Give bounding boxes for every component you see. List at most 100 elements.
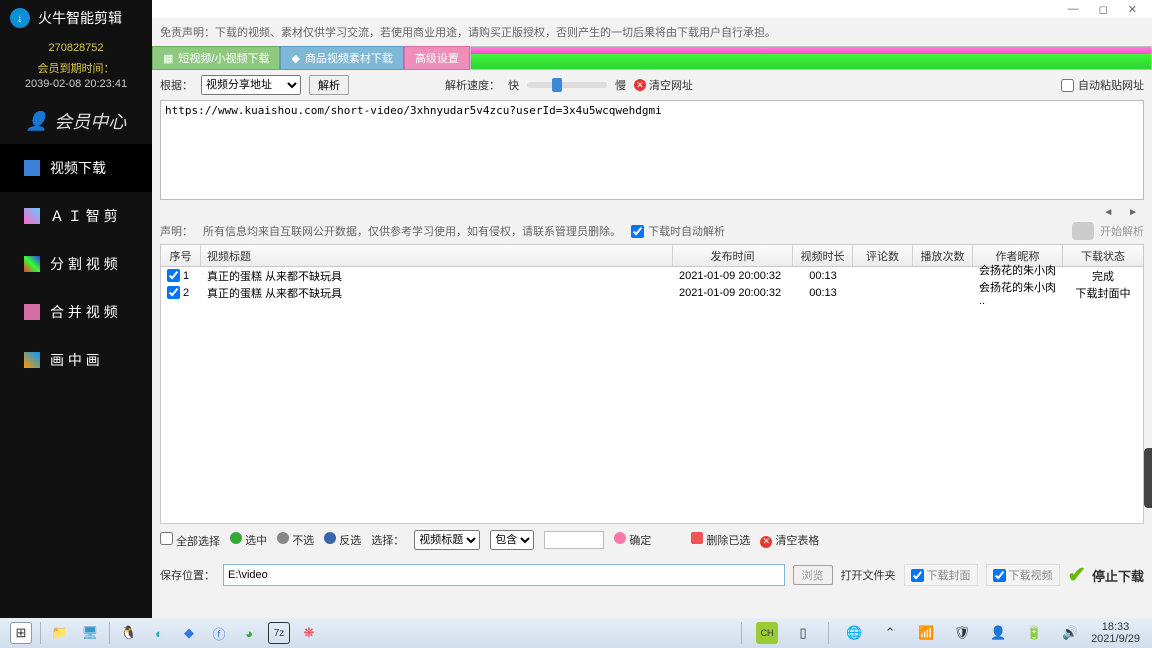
taskbar-app-icon[interactable]: ◐ bbox=[148, 622, 170, 644]
th-duration[interactable]: 视频时长 bbox=[793, 245, 853, 266]
deselect-button[interactable]: 不选 bbox=[277, 532, 314, 548]
clock[interactable]: 18:33 2021/9/29 bbox=[1091, 621, 1146, 645]
taskbar-app-icon[interactable]: 🖥 bbox=[79, 622, 101, 644]
filter-field-select[interactable]: 视频标题 bbox=[414, 530, 480, 550]
expire-label: 会员到期时间： bbox=[0, 60, 152, 76]
cell-status: 下载封面中 bbox=[1063, 285, 1143, 301]
auto-parse-checkbox[interactable]: 下载时自动解析 bbox=[631, 223, 725, 239]
cell-author: 会扬花的朱小肉 .. bbox=[973, 279, 1063, 307]
nav-label: Ａ Ｉ 智 剪 bbox=[50, 206, 118, 226]
sel-label: 选中 bbox=[245, 535, 267, 547]
taskbar-app-icon[interactable]: ❋ bbox=[298, 622, 320, 644]
cell-index: 2 bbox=[183, 287, 189, 299]
dl-video-label: 下载视频 bbox=[1009, 567, 1053, 583]
open-folder-button[interactable]: 打开文件夹 bbox=[841, 567, 896, 583]
selection-row: 全部选择 选中 不选 反选 选择： 视频标题 包含 确定 删除已选 ✕ 清空表格 bbox=[152, 524, 1152, 556]
tab-label: 商品视频素材下载 bbox=[305, 50, 393, 66]
nav-label: 合 并 视 频 bbox=[50, 302, 118, 322]
speed-slider[interactable] bbox=[527, 82, 607, 88]
row-checkbox[interactable] bbox=[167, 269, 180, 282]
th-plays[interactable]: 播放次数 bbox=[913, 245, 973, 266]
tab-label: 高级设置 bbox=[415, 50, 459, 66]
nav-pip[interactable]: 画 中 画 bbox=[0, 336, 152, 384]
start-button[interactable]: ⊞ bbox=[10, 622, 32, 644]
th-status[interactable]: 下载状态 bbox=[1063, 245, 1143, 266]
taskbar-app-icon[interactable]: 🐧 bbox=[118, 622, 140, 644]
auto-paste-checkbox[interactable]: 自动粘贴网址 bbox=[1061, 77, 1144, 93]
select-all-checkbox[interactable]: 全部选择 bbox=[160, 532, 220, 549]
save-path-input[interactable] bbox=[223, 564, 785, 586]
th-publish[interactable]: 发布时间 bbox=[673, 245, 793, 266]
tray-icon[interactable]: 👤 bbox=[987, 622, 1009, 644]
video-table: 序号 视频标题 发布时间 视频时长 评论数 播放次数 作者昵称 下载状态 1 真… bbox=[160, 244, 1144, 524]
auto-paste-label: 自动粘贴网址 bbox=[1078, 77, 1144, 93]
auto-paste-input[interactable] bbox=[1061, 79, 1074, 92]
nav-label: 分 割 视 频 bbox=[50, 254, 118, 274]
avatar-icon: 👤 bbox=[26, 111, 48, 132]
volume-icon[interactable]: 🔊 bbox=[1059, 622, 1081, 644]
auto-parse-input[interactable] bbox=[631, 225, 644, 238]
nav-merge-video[interactable]: 合 并 视 频 bbox=[0, 288, 152, 336]
speed-fast: 快 bbox=[508, 77, 519, 93]
battery-icon[interactable]: 🔋 bbox=[1023, 622, 1045, 644]
save-row: 保存位置： 浏览 打开文件夹 下载封面 下载视频 ✔ 停止下载 bbox=[152, 556, 1152, 594]
download-video-checkbox[interactable]: 下载视频 bbox=[986, 564, 1060, 586]
close-button[interactable]: ✕ bbox=[1128, 3, 1137, 16]
basis-select[interactable]: 视频分享地址 bbox=[201, 75, 301, 95]
download-cover-checkbox[interactable]: 下载封面 bbox=[904, 564, 978, 586]
side-handle[interactable] bbox=[1144, 448, 1152, 508]
nav-video-download[interactable]: 视频下载 bbox=[0, 144, 152, 192]
tray-icon[interactable]: 🌐 bbox=[843, 622, 865, 644]
start-parse-label: 开始解析 bbox=[1100, 223, 1144, 239]
taskbar-app-icon[interactable]: ◕ bbox=[238, 622, 260, 644]
app-name: 火牛智能剪辑 bbox=[38, 8, 122, 28]
cell-publish: 2021-01-09 20:00:32 bbox=[673, 270, 793, 282]
clear-label: 清空表格 bbox=[775, 535, 819, 547]
clear-url-button[interactable]: ✕ 清空网址 bbox=[634, 77, 693, 93]
nav-label: 视频下载 bbox=[50, 158, 106, 178]
nav-split-video[interactable]: 分 割 视 频 bbox=[0, 240, 152, 288]
start-parse-button[interactable]: 开始解析 bbox=[1072, 222, 1144, 240]
tab-product-video[interactable]: ◆ 商品视频素材下载 bbox=[280, 46, 403, 70]
th-index[interactable]: 序号 bbox=[161, 245, 201, 266]
tab-short-video[interactable]: ▦ 短视频/小视频下载 bbox=[152, 46, 280, 70]
table-row[interactable]: 2 真正的蛋糕 从来都不缺玩具 2021-01-09 20:00:32 00:1… bbox=[161, 284, 1143, 301]
th-comments[interactable]: 评论数 bbox=[853, 245, 913, 266]
taskbar-app-icon[interactable]: 7z bbox=[268, 622, 290, 644]
member-center-link[interactable]: 👤 会员中心 bbox=[0, 98, 152, 144]
clear-table-button[interactable]: ✕ 清空表格 bbox=[760, 532, 819, 548]
row-checkbox[interactable] bbox=[167, 286, 180, 299]
slider-thumb[interactable] bbox=[552, 78, 562, 92]
delete-selected-button[interactable]: 删除已选 bbox=[691, 532, 750, 548]
filter-op-select[interactable]: 包含 bbox=[490, 530, 534, 550]
parse-button[interactable]: 解析 bbox=[309, 75, 349, 95]
minimize-button[interactable]: — bbox=[1068, 3, 1079, 15]
tray-icon[interactable]: ▯ bbox=[792, 622, 814, 644]
th-title[interactable]: 视频标题 bbox=[201, 245, 673, 266]
browse-button[interactable]: 浏览 bbox=[793, 565, 833, 585]
url-input[interactable]: https://www.kuaishou.com/short-video/3xh… bbox=[160, 100, 1144, 200]
close-icon: ✕ bbox=[760, 536, 772, 548]
select-all-label: 全部选择 bbox=[176, 536, 220, 548]
nav-ai-cut[interactable]: Ａ Ｉ 智 剪 bbox=[0, 192, 152, 240]
tray-icon[interactable]: CH bbox=[756, 622, 778, 644]
stop-download-button[interactable]: ✔ 停止下载 bbox=[1068, 562, 1144, 588]
unsel-label: 不选 bbox=[292, 535, 314, 547]
taskbar-app-icon[interactable]: ◆ bbox=[178, 622, 200, 644]
confirm-button[interactable]: 确定 bbox=[614, 532, 651, 548]
tab-advanced[interactable]: 高级设置 bbox=[404, 46, 470, 70]
select-button[interactable]: 选中 bbox=[230, 532, 267, 548]
invert-button[interactable]: 反选 bbox=[324, 532, 361, 548]
main-panel: 免责声明：下载的视频、素材仅供学习交流，若使用商业用途，请购买正版授权，否则产生… bbox=[152, 18, 1152, 618]
taskbar-app-icon[interactable]: ⓕ bbox=[208, 622, 230, 644]
maximize-button[interactable]: ◻ bbox=[1099, 3, 1108, 16]
check-icon bbox=[230, 532, 242, 544]
chevron-up-icon[interactable]: ⌃ bbox=[879, 622, 901, 644]
checkmark-icon: ✔ bbox=[1068, 562, 1086, 588]
basis-label: 根据： bbox=[160, 77, 193, 93]
wifi-icon[interactable]: 📶 bbox=[915, 622, 937, 644]
filter-value-input[interactable] bbox=[544, 531, 604, 549]
taskbar-app-icon[interactable]: 📁 bbox=[49, 622, 71, 644]
tray-icon[interactable]: 🛡 bbox=[951, 622, 973, 644]
parse-row: 根据： 视频分享地址 解析 解析速度： 快 慢 ✕ 清空网址 自动粘贴网址 bbox=[152, 70, 1152, 100]
